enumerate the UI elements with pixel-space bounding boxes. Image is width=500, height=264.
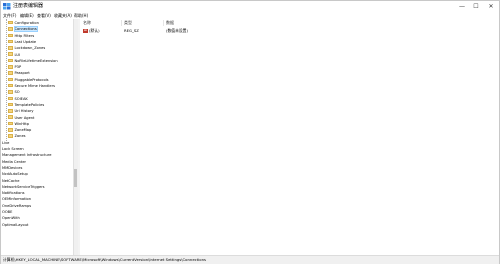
folder-icon <box>8 52 13 56</box>
key-path: 计算机\HKEY_LOCAL_MACHINE\SOFTWARE\Microsof… <box>3 257 206 262</box>
tree-item-label: NcdAutoSetup <box>2 172 28 177</box>
column-header-name[interactable]: 名称 <box>83 20 91 26</box>
tree-item-label: OneDriveRamps <box>2 203 32 208</box>
registry-tree[interactable]: Configuration Connections Http Filters Last… <box>1 19 73 255</box>
folder-icon <box>8 20 13 25</box>
tree-item-label: P3P <box>14 65 22 70</box>
tree-guide-line <box>6 19 7 141</box>
tree-item-label: Lock Screen <box>2 147 24 151</box>
tree-item-label: Zones <box>14 134 26 139</box>
tree-item-label: Lockdown_Zones <box>14 46 46 51</box>
menu-favorites[interactable]: 收藏夹(A) <box>54 12 72 19</box>
tree-item-label: NetCache <box>2 178 20 183</box>
value-list[interactable]: 名称 类型 数据 ab (默认) REG_SZ (数值未设置) <box>81 19 499 255</box>
menu-bar: 文件(F) 编辑(E) 查看(V) 收藏夹(A) 帮助(H) <box>1 12 499 19</box>
tree-item-label: Live <box>2 140 10 145</box>
tree-item-label: LUI <box>14 52 21 57</box>
tree-item-label: WinHttp <box>14 121 30 126</box>
tree-item-label: Url History <box>14 109 34 114</box>
folder-icon <box>8 46 13 50</box>
pane-splitter[interactable] <box>78 19 80 255</box>
menu-edit[interactable]: 编辑(E) <box>20 12 34 19</box>
tree-item-label: MMDevices <box>2 165 23 170</box>
tree-item-label: OptimalLayout <box>2 222 29 227</box>
column-separator[interactable] <box>163 20 164 26</box>
window-title: 注册表编辑器 <box>13 3 44 9</box>
column-header-data[interactable]: 数据 <box>166 20 174 26</box>
tree-item-label: Secure Mime Handlers <box>14 84 55 88</box>
tree-item-label: Configuration <box>14 21 39 25</box>
regedit-icon <box>3 3 11 10</box>
folder-icon <box>8 109 13 113</box>
tree-item-label: OOBE <box>2 210 13 214</box>
tree-item-label: Last Update <box>14 39 37 44</box>
tree-item-label: Passport <box>14 71 30 76</box>
regedit-window: 注册表编辑器 — ☐ ✕ 文件(F) 编辑(E) 查看(V) 收藏夹(A) 帮助… <box>0 0 500 264</box>
folder-icon <box>8 134 13 138</box>
folder-icon <box>8 58 13 63</box>
folder-icon <box>8 96 13 101</box>
tree-item-label: NoFileLifetimeExtension <box>14 58 58 63</box>
folder-icon <box>8 102 13 107</box>
tree-item-label: Connections <box>13 26 38 33</box>
menu-file[interactable]: 文件(F) <box>3 12 16 19</box>
tree-item-label: PluggableProtocols <box>14 77 49 82</box>
string-value-icon: ab <box>83 29 88 33</box>
tree-item-label: NetworkServiceTriggers <box>2 184 45 189</box>
folder-icon <box>8 71 13 75</box>
value-name: (默认) <box>89 28 100 33</box>
menu-view[interactable]: 查看(V) <box>37 12 51 19</box>
folder-icon <box>8 121 13 126</box>
tree-item[interactable]: Zones <box>8 133 26 139</box>
folder-icon <box>8 128 13 132</box>
tree-item-label: OpenWith <box>2 216 20 221</box>
folder-icon <box>8 27 13 31</box>
tree-item-label: Media Center <box>2 159 27 164</box>
value-name-cell[interactable]: ab (默认) <box>83 28 100 34</box>
minimize-button[interactable]: — <box>456 1 468 12</box>
folder-icon <box>8 115 13 119</box>
value-type: REG_SZ <box>124 28 139 33</box>
tree-item-label: Management Infrastructure <box>2 153 52 158</box>
tree-item-label: ZoneMap <box>14 128 32 133</box>
tree-item-label: SO <box>14 90 20 95</box>
tree-scrollbar-thumb[interactable] <box>74 169 77 187</box>
tree-item-label: TemplatePolicies <box>14 102 45 107</box>
folder-icon <box>8 65 13 69</box>
close-button[interactable]: ✕ <box>485 1 497 12</box>
column-header-type[interactable]: 类型 <box>124 20 132 26</box>
tree-item-label: SOIEAK <box>14 96 28 101</box>
tree-item-label: User Agent <box>14 115 35 120</box>
tree-item-label: Notifications <box>2 191 25 196</box>
folder-icon <box>8 39 13 44</box>
menu-help[interactable]: 帮助(H) <box>74 12 88 19</box>
status-bar: 计算机\HKEY_LOCAL_MACHINE\SOFTWARE\Microsof… <box>1 255 499 264</box>
folder-icon <box>8 77 13 82</box>
column-separator[interactable] <box>121 20 122 26</box>
tree-item-label: OEMInformation <box>2 197 32 202</box>
tree-item[interactable]: OptimalLayout <box>2 222 28 228</box>
title-bar[interactable]: 注册表编辑器 — ☐ ✕ <box>1 1 499 12</box>
value-data: (数值未设置) <box>166 28 188 33</box>
tree-item-label: Http Filters <box>14 33 35 38</box>
maximize-button[interactable]: ☐ <box>470 1 482 12</box>
folder-icon <box>8 83 13 88</box>
folder-icon <box>8 33 13 38</box>
folder-icon <box>8 90 13 94</box>
